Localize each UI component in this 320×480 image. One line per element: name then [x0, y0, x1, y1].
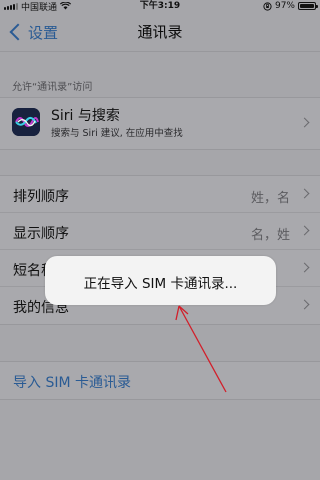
siri-and-search-row[interactable]: Siri 与搜索 搜索与 Siri 建议, 在应用中查找 [0, 98, 320, 149]
import-sim-contacts-link[interactable]: 导入 SIM 卡通讯录 [13, 372, 131, 392]
chevron-right-icon [299, 117, 310, 128]
import-sim-contacts-row[interactable]: 导入 SIM 卡通讯录 [0, 362, 320, 399]
section-header: 允许“通讯录”访问 [12, 82, 93, 93]
contacts-settings-screen: 中国联通 下午3:19 97% 设置 通讯录 允许“通讯录”访问 Siri 与搜… [0, 0, 320, 480]
rotation-lock-icon [263, 1, 272, 11]
chevron-right-icon [299, 188, 310, 199]
importing-hud: 正在导入 SIM 卡通讯录... [45, 256, 276, 305]
row-label: 排列顺序 [13, 189, 69, 205]
battery-percent: 97% [274, 1, 295, 11]
page-title: 通讯录 [137, 23, 183, 41]
display-order-row[interactable]: 显示顺序 名，姓 [0, 213, 320, 250]
hud-message: 正在导入 SIM 卡通讯录... [83, 276, 238, 292]
row-label: 显示顺序 [13, 226, 69, 242]
import-group: 导入 SIM 卡通讯录 [0, 361, 320, 400]
battery-icon [298, 2, 318, 10]
chevron-right-icon [299, 262, 310, 273]
siri-row-subtitle: 搜索与 Siri 建议, 在应用中查找 [51, 128, 183, 139]
chevron-right-icon [299, 299, 310, 310]
chevron-right-icon [299, 225, 310, 236]
row-value: 姓，名 [250, 191, 290, 206]
status-bar: 中国联通 下午3:19 97% [0, 0, 320, 13]
status-right: 97% [263, 0, 318, 12]
siri-icon [12, 108, 40, 136]
sort-order-row[interactable]: 排列顺序 姓，名 [0, 176, 320, 213]
siri-row-title: Siri 与搜索 [51, 108, 120, 124]
row-value: 名，姓 [250, 228, 290, 243]
navigation-bar: 设置 通讯录 [0, 12, 320, 52]
siri-group: Siri 与搜索 搜索与 Siri 建议, 在应用中查找 [0, 97, 320, 150]
battery-fill [300, 4, 314, 8]
